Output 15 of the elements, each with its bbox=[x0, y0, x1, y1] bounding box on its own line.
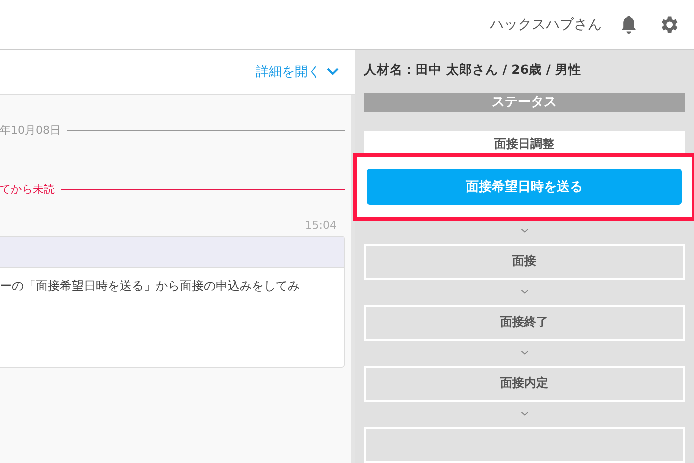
date-label: 年10月08日 bbox=[0, 123, 61, 138]
candidate-info: 人材名：田中 太郎さん / 26歳 / 男性 bbox=[364, 62, 582, 79]
detail-link[interactable]: 詳細を開く bbox=[256, 63, 339, 81]
user-name: ハックスハブさん bbox=[490, 16, 602, 34]
send-interview-dates-button[interactable]: 面接希望日時を送る bbox=[367, 169, 682, 205]
message-time: 15:04 bbox=[304, 219, 337, 232]
chevron-down-icon bbox=[327, 68, 339, 76]
stage-label: 面接内定 bbox=[500, 377, 548, 390]
unread-label: てから未読 bbox=[0, 182, 55, 197]
notification-bell-icon[interactable] bbox=[620, 14, 638, 34]
message-text: ーの「面接希望日時を送る」から面接の申込みをしてみ bbox=[0, 278, 301, 295]
stage-label: 面接 bbox=[512, 255, 536, 268]
stage-label: 面接終了 bbox=[500, 316, 548, 329]
status-heading: ステータス bbox=[364, 93, 685, 112]
stage-label: 面接日調整 bbox=[494, 138, 554, 151]
